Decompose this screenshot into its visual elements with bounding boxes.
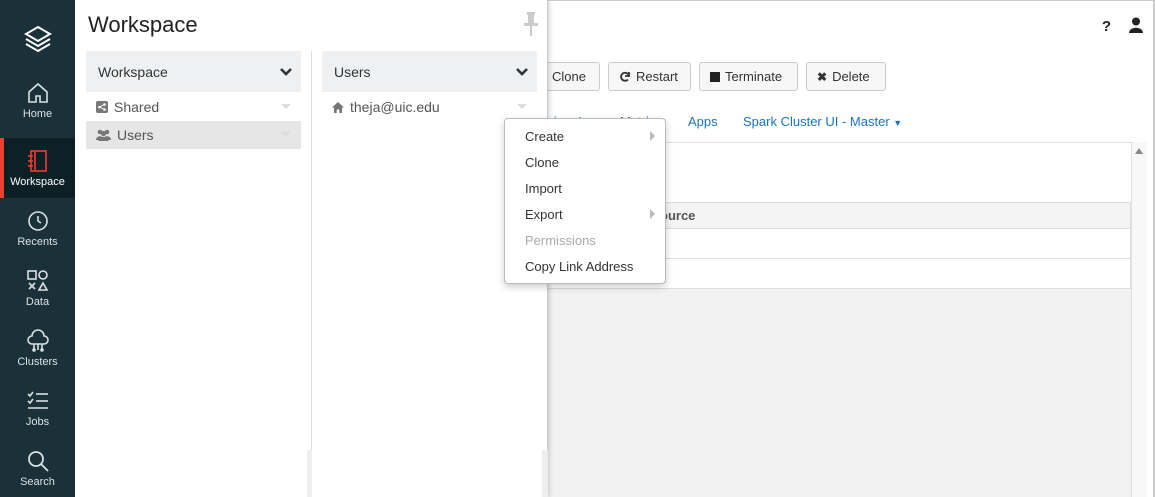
nav-workspace[interactable]: Workspace [0, 138, 75, 198]
workspace-flyout: Workspace Workspace Shared Users Users t… [75, 0, 548, 497]
users-column-title: Users [334, 63, 371, 80]
tab-spark-ui[interactable]: Spark Cluster UI - Master ▼ [743, 114, 902, 129]
tree-item-users[interactable]: Users [86, 121, 301, 149]
workspace-column-title: Workspace [98, 63, 168, 80]
chevron-down-icon[interactable] [279, 67, 293, 77]
workspace-column-header[interactable]: Workspace [86, 51, 301, 92]
nav-clusters[interactable]: Clusters [0, 318, 75, 378]
cluster-action-buttons: Clone Restart Terminate ✖ Delete [548, 62, 886, 91]
context-menu: Create Clone Import Export Permissions C… [504, 118, 666, 284]
home-icon [27, 82, 48, 103]
workspace-column: Workspace Shared Users [86, 51, 301, 149]
flyout-title: Workspace [88, 12, 198, 37]
clone-label: Clone [552, 69, 586, 84]
tree-item-shared[interactable]: Shared [86, 93, 301, 121]
menu-item-copy-link-address[interactable]: Copy Link Address [505, 253, 665, 279]
tree-item-label: Shared [114, 99, 160, 115]
cloud-icon [26, 328, 49, 352]
chevron-down-icon[interactable] [515, 67, 529, 77]
stop-icon [710, 71, 720, 82]
tree-item-label: theja@uic.edu [350, 99, 440, 115]
tab-apps[interactable]: Apps [688, 114, 718, 129]
home-icon [332, 101, 344, 113]
caret-down-icon[interactable] [281, 132, 291, 137]
workspace-icon [27, 149, 47, 172]
nav-recents-label: Recents [17, 235, 58, 248]
nav-jobs[interactable]: Jobs [0, 378, 75, 438]
clone-button[interactable]: Clone [548, 62, 600, 91]
help-icon[interactable]: ? [1102, 18, 1111, 35]
users-column: Users theja@uic.edu [322, 51, 537, 121]
refresh-icon [620, 71, 630, 82]
menu-item-label: Create [525, 128, 565, 144]
caret-down-icon[interactable] [517, 104, 527, 109]
menu-item-clone[interactable]: Clone [505, 149, 665, 175]
submenu-arrow-icon [650, 209, 655, 219]
pin-icon[interactable] [524, 12, 538, 39]
menu-item-permissions: Permissions [505, 227, 665, 253]
tab-spark-ui-label: Spark Cluster UI - Master [743, 113, 890, 129]
menu-item-create[interactable]: Create [505, 123, 665, 149]
search-icon [27, 450, 49, 472]
top-right-icons: ? [1102, 17, 1143, 36]
terminate-button[interactable]: Terminate [699, 62, 798, 91]
nav-jobs-label: Jobs [25, 415, 50, 428]
user-icon[interactable] [1129, 17, 1143, 36]
nav-clusters-label: Clusters [17, 355, 58, 368]
restart-label: Restart [636, 69, 678, 84]
terminate-label: Terminate [725, 69, 783, 84]
close-icon: ✖ [817, 69, 828, 84]
submenu-arrow-icon [650, 131, 655, 141]
scroll-up-icon[interactable] [1135, 148, 1143, 154]
delete-label: Delete [832, 69, 870, 84]
nav-recents[interactable]: Recents [0, 198, 75, 258]
vertical-scrollbar[interactable] [1131, 142, 1147, 497]
nav-search[interactable]: Search [0, 438, 75, 497]
caret-down-icon[interactable] [281, 104, 291, 109]
left-nav: Home Workspace Recents Data Clusters Job… [0, 0, 75, 497]
nav-workspace-label: Workspace [10, 175, 65, 188]
nav-home-label: Home [22, 107, 53, 120]
data-icon [26, 269, 48, 291]
nav-home[interactable]: Home [0, 70, 75, 130]
jobs-icon [26, 391, 48, 409]
delete-button[interactable]: ✖ Delete [806, 62, 886, 91]
users-column-header[interactable]: Users [322, 51, 537, 92]
menu-item-label: Clone [525, 154, 559, 170]
nav-data[interactable]: Data [0, 258, 75, 318]
clock-icon [27, 210, 48, 231]
databricks-logo-icon[interactable] [0, 18, 75, 62]
menu-item-label: Permissions [525, 232, 596, 248]
menu-item-label: Export [525, 206, 563, 222]
nav-data-label: Data [25, 295, 50, 308]
caret-down-icon: ▼ [893, 117, 903, 128]
tree-item-label: Users [117, 127, 154, 143]
menu-item-label: Import [525, 180, 562, 196]
restart-button[interactable]: Restart [608, 62, 691, 91]
menu-item-import[interactable]: Import [505, 175, 665, 201]
users-icon [96, 129, 111, 141]
tree-item-user-home[interactable]: theja@uic.edu [322, 93, 537, 121]
menu-item-export[interactable]: Export [505, 201, 665, 227]
share-icon [96, 101, 108, 113]
menu-item-label: Copy Link Address [525, 258, 634, 274]
nav-search-label: Search [20, 475, 55, 488]
